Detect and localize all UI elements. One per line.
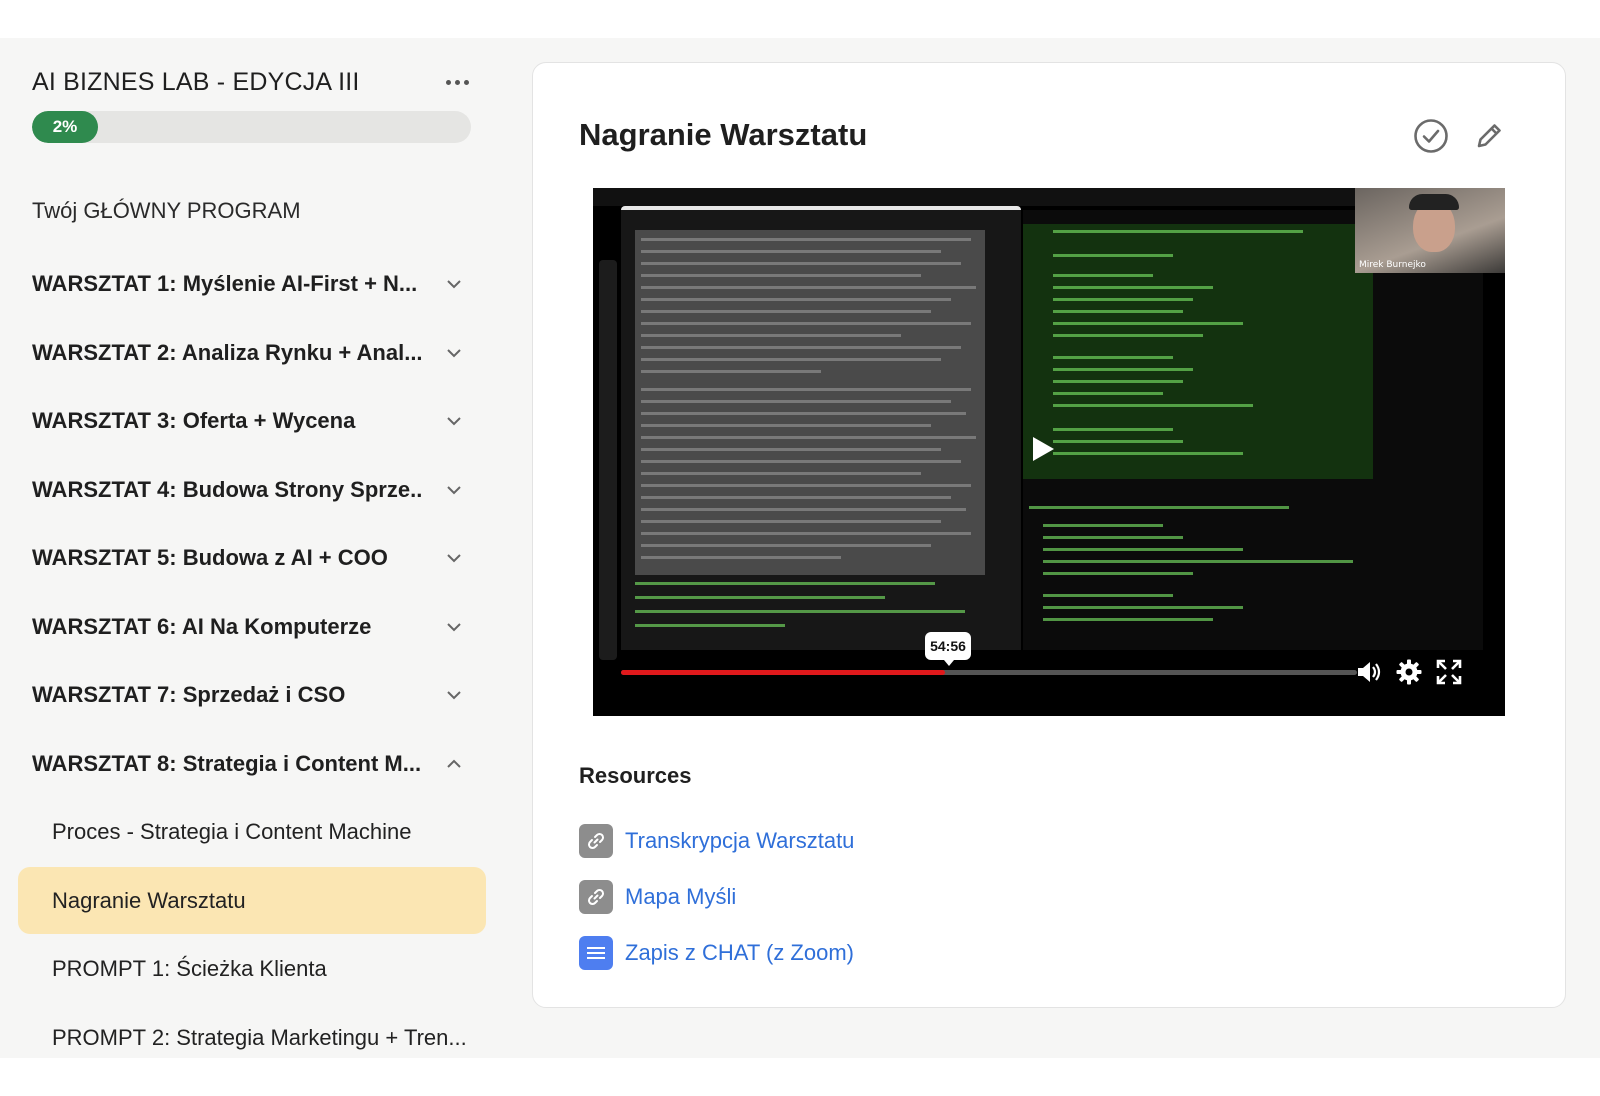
course-progress-label: 2% xyxy=(52,117,78,136)
video-player[interactable]: Mirek Burnejko 54:56 xyxy=(593,188,1505,716)
terminal-left xyxy=(621,210,1021,650)
lesson-title: Nagranie Warsztatu xyxy=(579,117,868,152)
course-progress-bar: 2% xyxy=(32,111,471,143)
lesson-label: PROMPT 2: Strategia Marketingu + Tren... xyxy=(52,1024,467,1050)
workshop-label: WARSZTAT 6: AI Na Komputerze xyxy=(32,613,372,639)
course-progress-fill: 2% xyxy=(32,111,98,143)
chevron-down-icon xyxy=(447,486,461,495)
course-sidebar: AI BIZNES LAB - EDYCJA III 2% Twój GŁÓWN… xyxy=(0,38,500,1058)
workshop-item-1[interactable]: WARSZTAT 1: Myślenie AI-First + N... xyxy=(0,250,500,319)
chevron-down-icon xyxy=(447,691,461,700)
workshop-item-3[interactable]: WARSZTAT 3: Oferta + Wycena xyxy=(0,387,500,456)
presenter-cap xyxy=(1409,194,1459,210)
check-circle-icon[interactable] xyxy=(1413,118,1449,154)
workshop-label: WARSZTAT 7: Sprzedaż i CSO xyxy=(32,682,346,708)
chevron-down-icon xyxy=(447,349,461,358)
workshop-label: WARSZTAT 5: Budowa z AI + COO xyxy=(32,545,388,571)
resource-label: Mapa Myśli xyxy=(625,884,737,909)
fullscreen-icon[interactable] xyxy=(1435,658,1463,686)
resource-link-transcript[interactable]: Transkrypcja Warsztatu xyxy=(579,813,854,869)
lesson-actions xyxy=(1413,118,1507,154)
resource-link-mind-map[interactable]: Mapa Myśli xyxy=(579,869,854,925)
terminal-highlight-block xyxy=(1023,224,1373,479)
document-icon xyxy=(579,936,613,970)
resource-label: Zapis z CHAT (z Zoom) xyxy=(625,940,854,965)
resource-label: Transkrypcja Warsztatu xyxy=(625,828,855,853)
video-seek-progress xyxy=(621,670,945,675)
link-icon xyxy=(579,880,613,914)
seek-time-tooltip: 54:56 xyxy=(925,632,971,666)
chevron-down-icon xyxy=(447,623,461,632)
lesson-item-active[interactable]: Nagranie Warsztatu xyxy=(0,866,500,936)
video-seek-bar[interactable] xyxy=(621,670,1357,675)
app-shell: AI BIZNES LAB - EDYCJA III 2% Twój GŁÓWN… xyxy=(0,38,1600,1058)
lesson-item[interactable]: Proces - Strategia i Content Machine xyxy=(0,798,500,867)
lesson-label: Nagranie Warsztatu xyxy=(52,887,246,913)
lesson-label: Proces - Strategia i Content Machine xyxy=(52,819,412,845)
lesson-item[interactable]: PROMPT 1: Ścieżka Klienta xyxy=(0,935,500,1004)
lesson-label: PROMPT 1: Ścieżka Klienta xyxy=(52,956,327,982)
workshop-item-8[interactable]: WARSZTAT 8: Strategia i Content M... xyxy=(0,730,500,799)
terminal-right xyxy=(1023,210,1483,650)
workshop-label: WARSZTAT 2: Analiza Rynku + Anal... xyxy=(32,339,422,365)
workshop-item-4[interactable]: WARSZTAT 4: Budowa Strony Sprze... xyxy=(0,456,500,525)
workshop-item-2[interactable]: WARSZTAT 2: Analiza Rynku + Anal... xyxy=(0,319,500,388)
presenter-webcam: Mirek Burnejko xyxy=(1355,188,1505,273)
more-options-button[interactable] xyxy=(442,72,472,92)
workshop-item-7[interactable]: WARSZTAT 7: Sprzedaż i CSO xyxy=(0,661,500,730)
dot-icon xyxy=(463,79,469,85)
workshop-item-5[interactable]: WARSZTAT 5: Budowa z AI + COO xyxy=(0,524,500,593)
presenter-name: Mirek Burnejko xyxy=(1359,260,1426,270)
workshop-label: WARSZTAT 1: Myślenie AI-First + N... xyxy=(32,271,418,297)
resources-list: Transkrypcja Warsztatu Mapa Myśli Zapis … xyxy=(579,813,854,981)
lesson-item[interactable]: PROMPT 2: Strategia Marketingu + Tren... xyxy=(0,1004,500,1059)
screen-dock xyxy=(599,260,617,660)
workshop-label: WARSZTAT 4: Budowa Strony Sprze... xyxy=(32,476,422,502)
program-title: Twój GŁÓWNY PROGRAM xyxy=(32,198,301,223)
link-icon xyxy=(579,824,613,858)
workshop-label: WARSZTAT 8: Strategia i Content M... xyxy=(32,750,422,776)
chevron-down-icon xyxy=(447,280,461,289)
settings-gear-icon[interactable] xyxy=(1395,658,1423,686)
play-icon[interactable] xyxy=(1031,436,1055,462)
workshop-label: WARSZTAT 3: Oferta + Wycena xyxy=(32,408,356,434)
terminal-code-block xyxy=(635,230,985,575)
chevron-down-icon xyxy=(447,417,461,426)
workshop-item-6[interactable]: WARSZTAT 6: AI Na Komputerze xyxy=(0,593,500,662)
chevron-down-icon xyxy=(447,554,461,563)
lesson-card: Nagranie Warsztatu Mirek Burnejko 54:56 … xyxy=(532,62,1566,1008)
resources-title: Resources xyxy=(579,763,692,788)
chevron-up-icon xyxy=(447,759,461,768)
dot-icon xyxy=(454,79,460,85)
dot-icon xyxy=(445,79,451,85)
volume-icon[interactable] xyxy=(1355,658,1383,686)
course-title: AI BIZNES LAB - EDYCJA III xyxy=(32,68,360,96)
workshop-nav: WARSZTAT 1: Myślenie AI-First + N... WAR… xyxy=(0,250,500,1058)
pencil-icon[interactable] xyxy=(1471,118,1507,154)
resource-link-chat-log[interactable]: Zapis z CHAT (z Zoom) xyxy=(579,925,854,981)
